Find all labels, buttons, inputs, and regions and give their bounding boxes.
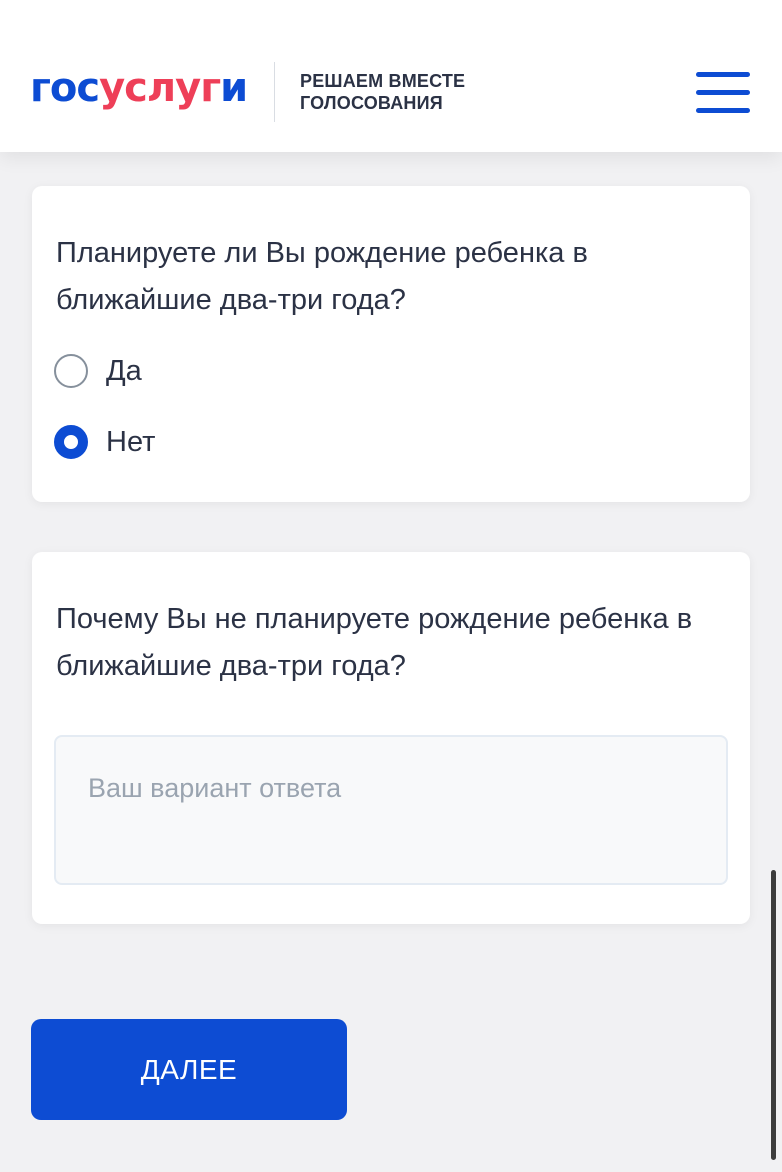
menu-bar-middle xyxy=(696,90,750,95)
next-button[interactable]: ДАЛЕЕ xyxy=(31,1019,347,1120)
option-no[interactable]: Нет xyxy=(54,422,155,462)
question2-text: Почему Вы не планируете рождение ребенка… xyxy=(56,603,693,682)
logo-part-i: и xyxy=(220,65,248,111)
logo-part-gos: гос xyxy=(30,65,100,111)
question-card-birth-plans: Планируете ли Вы рождение ребенка в ближ… xyxy=(32,186,750,502)
option-no-label: Нет xyxy=(106,425,156,458)
question1-text: Планируете ли Вы рождение ребенка в ближ… xyxy=(56,237,588,316)
question-card-reason: Почему Вы не планируете рождение ребенка… xyxy=(32,552,750,924)
hamburger-menu-icon[interactable] xyxy=(696,72,750,114)
radio-no-checked[interactable] xyxy=(54,425,88,459)
gosuslugi-logo[interactable]: госуслуги xyxy=(30,64,248,112)
menu-bar-top xyxy=(696,72,750,77)
header-subtitle-line1: РЕШАЕМ ВМЕСТЕ xyxy=(300,71,466,91)
header-divider xyxy=(274,62,275,122)
header-subtitle-line2: ГОЛОСОВАНИЯ xyxy=(300,93,443,113)
app-header: госуслуги РЕШАЕМ ВМЕСТЕ ГОЛОСОВАНИЯ xyxy=(0,0,782,152)
option-yes[interactable]: Да xyxy=(54,351,142,391)
header-subtitle: РЕШАЕМ ВМЕСТЕ ГОЛОСОВАНИЯ xyxy=(300,70,465,114)
page-scrollbar[interactable] xyxy=(771,870,776,1160)
answer-input[interactable] xyxy=(54,735,728,885)
option-yes-label: Да xyxy=(106,354,142,387)
menu-bar-bottom xyxy=(696,108,750,113)
logo-part-uslug: услуг xyxy=(99,65,221,111)
radio-yes-unchecked[interactable] xyxy=(54,354,88,388)
